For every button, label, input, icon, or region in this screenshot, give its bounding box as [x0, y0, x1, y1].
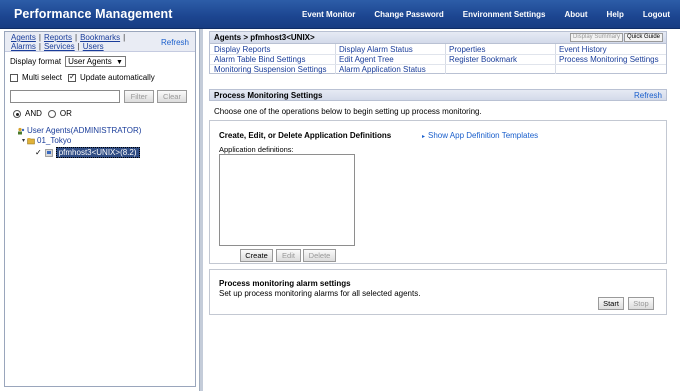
right-pane: Agents > pfmhost3<UNIX> Display Summary …: [205, 29, 680, 391]
show-templates-label: Show App Definition Templates: [428, 131, 539, 140]
pm-description: Choose one of the operations below to be…: [214, 107, 482, 116]
menu-monitoring-suspension-settings[interactable]: Monitoring Suspension Settings: [214, 65, 327, 74]
left-pane: Agents | Reports | Bookmarks | Alarms | Service…: [4, 31, 196, 387]
delete-button[interactable]: Delete: [303, 249, 336, 262]
nav-event-monitor[interactable]: Event Monitor: [302, 10, 355, 19]
chevron-down-icon: ▼: [115, 59, 123, 66]
app-defs-label: Application definitions:: [219, 145, 294, 154]
create-button[interactable]: Create: [240, 249, 273, 262]
menu-process-monitoring-settings[interactable]: Process Monitoring Settings: [559, 55, 659, 64]
multi-select-checkbox[interactable]: [10, 73, 18, 82]
collapse-icon: ▾: [22, 138, 26, 144]
folder-icon: [27, 137, 35, 144]
pm-refresh-link[interactable]: Refresh: [634, 91, 662, 100]
and-radio[interactable]: [13, 109, 21, 118]
menu-display-alarm-status[interactable]: Display Alarm Status: [339, 45, 413, 54]
users-icon: [18, 127, 25, 134]
menu-edit-agent-tree[interactable]: Edit Agent Tree: [339, 55, 394, 64]
nav-change-password[interactable]: Change Password: [374, 10, 443, 19]
agent-icon: [44, 148, 53, 157]
menu-alarm-table-bind-settings[interactable]: Alarm Table Bind Settings: [214, 55, 305, 64]
left-refresh-link[interactable]: Refresh: [161, 38, 189, 47]
tab-reports[interactable]: Reports: [44, 33, 72, 42]
pane-splitter[interactable]: [199, 29, 203, 391]
checkbox-row: Multi select Update automatically: [10, 72, 155, 82]
menu-register-bookmark[interactable]: Register Bookmark: [449, 55, 517, 64]
or-radio[interactable]: [47, 109, 56, 118]
tab-agents[interactable]: Agents: [11, 33, 36, 42]
update-automatically-label: Update automatically: [80, 73, 155, 82]
pm-header: Process Monitoring Settings Refresh: [209, 89, 667, 101]
and-or-radios: AND OR: [13, 109, 72, 118]
display-format-select[interactable]: User Agents ▼: [65, 56, 126, 67]
menu-event-history[interactable]: Event History: [559, 45, 607, 54]
multi-select-label: Multi select: [22, 73, 63, 82]
start-button[interactable]: Start: [598, 297, 624, 310]
top-nav: Event Monitor Change Password Environmen…: [283, 10, 670, 19]
alarm-settings-desc: Set up process monitoring alarms for all…: [219, 289, 421, 298]
nav-environment-settings[interactable]: Environment Settings: [463, 10, 546, 19]
stop-button[interactable]: Stop: [628, 297, 654, 310]
agent-panel-header: Agents > pfmhost3<UNIX> Display Summary …: [210, 32, 666, 44]
filter-row: Filter Clear: [10, 90, 192, 104]
tree-agent-label: pfmhost3<UNIX>(8.2): [55, 147, 140, 158]
tab-bookmarks[interactable]: Bookmarks: [80, 33, 120, 42]
update-automatically-checkbox[interactable]: [68, 72, 77, 82]
tree-agent[interactable]: ✓ pfmhost3<UNIX>(8.2): [35, 147, 140, 158]
display-format-row: Display format User Agents ▼: [10, 56, 126, 67]
and-label: AND: [25, 109, 42, 118]
tab-services[interactable]: Services: [44, 42, 75, 51]
nav-help[interactable]: Help: [607, 10, 624, 19]
alarm-settings-box: Process monitoring alarm settings Set up…: [209, 269, 667, 315]
top-bar: Performance Management Event Monitor Cha…: [0, 0, 680, 29]
pm-title: Process Monitoring Settings: [214, 91, 323, 100]
tree-group-label: 01_Tokyo: [37, 136, 72, 145]
left-tabs: Agents | Reports | Bookmarks | Alarms | Service…: [5, 32, 195, 52]
filter-input[interactable]: [10, 90, 120, 103]
process-monitoring-section: Process Monitoring Settings Refresh Choo…: [209, 87, 667, 383]
agent-menu-panel: Agents > pfmhost3<UNIX> Display Summary …: [209, 31, 667, 74]
alarm-settings-title: Process monitoring alarm settings: [219, 279, 351, 288]
show-templates-link[interactable]: ▸ Show App Definition Templates: [422, 131, 538, 140]
display-format-label: Display format: [10, 57, 62, 66]
menu-alarm-application-status[interactable]: Alarm Application Status: [339, 65, 426, 74]
app-title: Performance Management: [14, 7, 173, 21]
nav-about[interactable]: About: [564, 10, 587, 19]
tree-root-label: User Agents(ADMINISTRATOR): [27, 126, 142, 135]
menu-properties[interactable]: Properties: [449, 45, 485, 54]
tree-root[interactable]: User Agents(ADMINISTRATOR): [17, 126, 141, 135]
check-icon: ✓: [35, 148, 42, 157]
app-def-title: Create, Edit, or Delete Application Defi…: [219, 131, 392, 140]
menu-display-reports[interactable]: Display Reports: [214, 45, 270, 54]
tree-group[interactable]: ▾ 01_Tokyo: [22, 136, 71, 145]
edit-button[interactable]: Edit: [276, 249, 301, 262]
tab-users[interactable]: Users: [83, 42, 104, 51]
display-format-value: User Agents: [68, 57, 112, 66]
or-label: OR: [59, 109, 72, 118]
app-definitions-list[interactable]: [219, 154, 355, 246]
quick-guide-button[interactable]: Quick Guide: [623, 33, 663, 42]
nav-logout[interactable]: Logout: [643, 10, 670, 19]
arrow-right-icon: ▸: [422, 134, 426, 140]
app-definitions-box: Create, Edit, or Delete Application Defi…: [209, 120, 667, 264]
display-summary-button[interactable]: Display Summary: [569, 33, 623, 42]
clear-button[interactable]: Clear: [157, 90, 187, 103]
tab-alarms[interactable]: Alarms: [11, 42, 36, 51]
filter-button[interactable]: Filter: [124, 90, 154, 103]
agent-breadcrumb: Agents > pfmhost3<UNIX>: [214, 33, 315, 42]
